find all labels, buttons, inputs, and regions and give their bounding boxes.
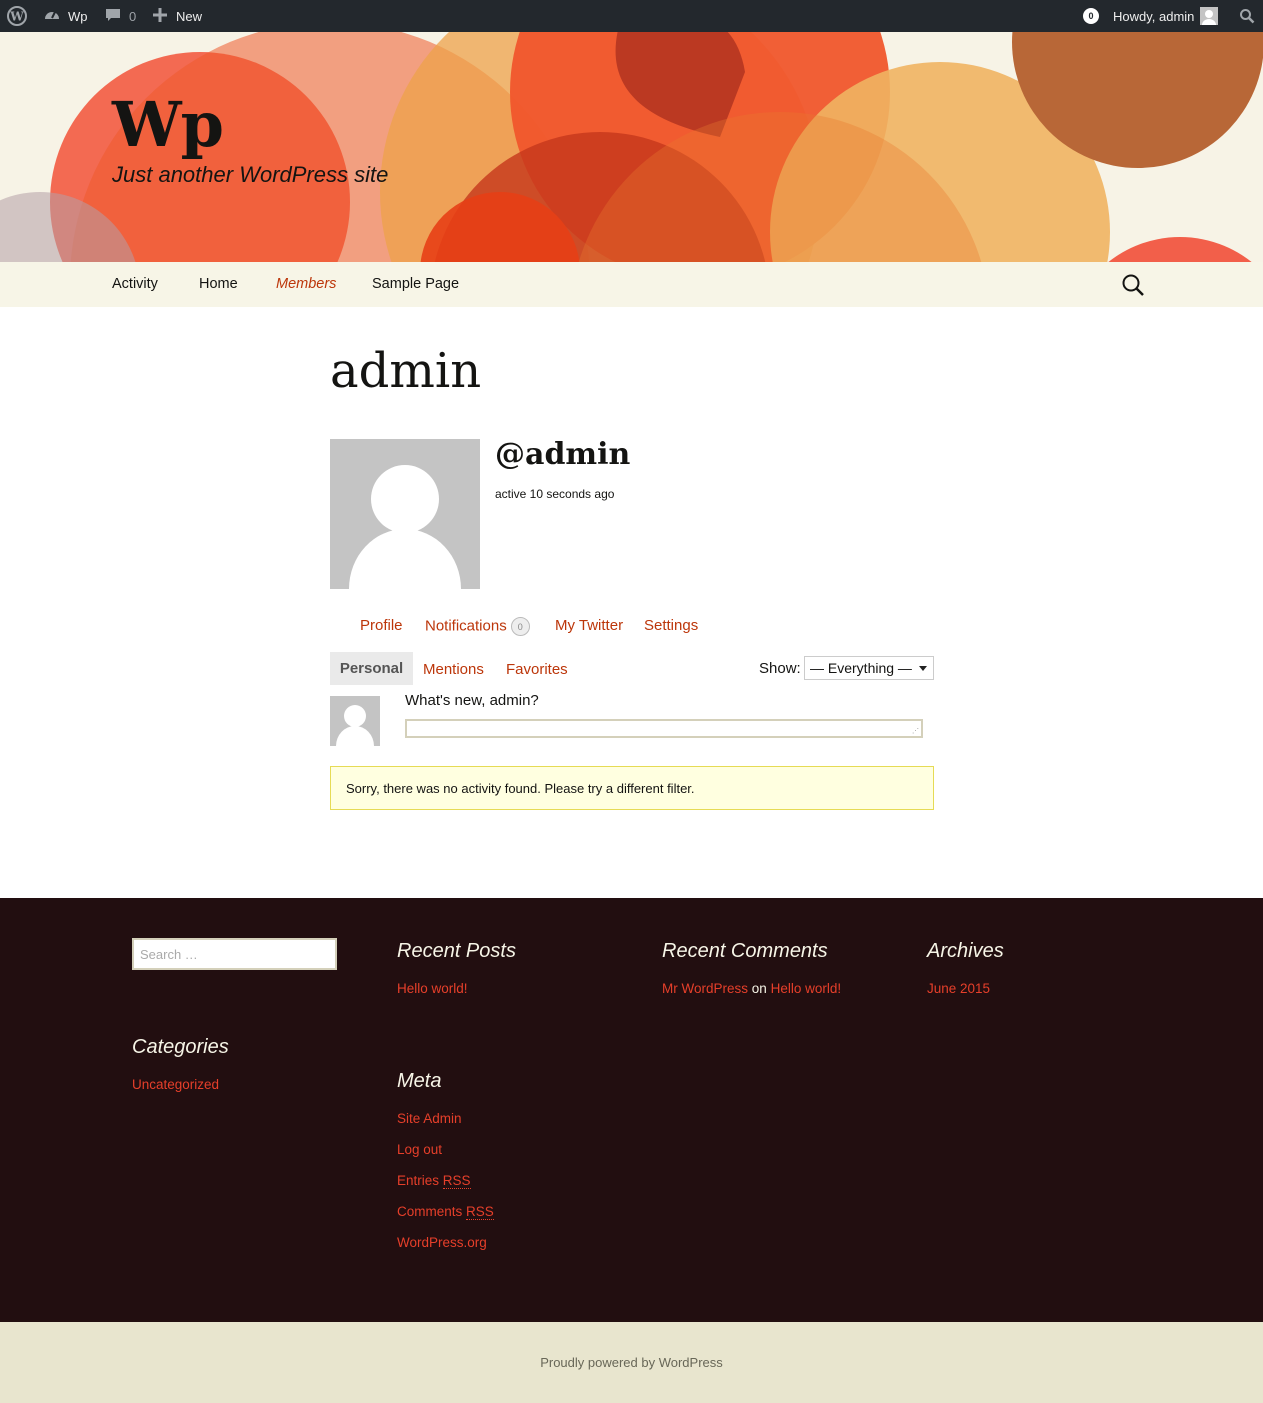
admin-bar-comments-count: 0: [129, 8, 137, 24]
widget-title-recent-posts: Recent Posts: [397, 940, 516, 962]
admin-bar-site-name: Wp: [68, 8, 88, 24]
widget-title-meta: Meta: [397, 1070, 442, 1092]
comments-label: Comments: [397, 1204, 463, 1219]
user-mention-name: @admin: [495, 437, 631, 472]
entries-label: Entries: [397, 1173, 440, 1188]
recent-comment: Mr WordPress on Hello world!: [662, 981, 841, 996]
search-icon[interactable]: [1121, 273, 1145, 297]
footer-search-input[interactable]: Search …: [132, 938, 337, 970]
tab-notifications-label: Notifications: [425, 617, 507, 635]
rss-abbr: RSS: [442, 1173, 471, 1189]
footer-search-placeholder: Search …: [140, 946, 198, 962]
notifications-count-badge: 0: [510, 617, 530, 636]
admin-bar-notifications[interactable]: 0: [1083, 0, 1099, 32]
meta-site-admin-link[interactable]: Site Admin: [397, 1111, 462, 1126]
powered-by-link[interactable]: Proudly powered by WordPress: [0, 1355, 1263, 1370]
avatar[interactable]: [330, 439, 480, 589]
meta-log-out-link[interactable]: Log out: [397, 1142, 442, 1157]
rss-abbr: RSS: [466, 1204, 494, 1220]
category-link[interactable]: Uncategorized: [132, 1077, 219, 1092]
activity-filter-label: Show:: [759, 660, 801, 677]
main-navigation: Activity Home Members Sample Page: [0, 262, 1263, 307]
avatar[interactable]: [330, 696, 380, 746]
chevron-down-icon: [919, 666, 927, 671]
nav-item-sample-page[interactable]: Sample Page: [372, 276, 459, 292]
default-avatar-icon: [330, 439, 480, 589]
admin-bar-comments[interactable]: 0: [105, 0, 136, 32]
widget-title-categories: Categories: [132, 1036, 229, 1058]
widget-title-archives: Archives: [927, 940, 1004, 962]
notifications-count-badge: 0: [1083, 8, 1099, 24]
site-tagline: Just another WordPress site: [112, 162, 389, 187]
nav-item-home[interactable]: Home: [199, 276, 238, 292]
admin-bar-site-link[interactable]: Wp: [43, 0, 88, 32]
default-avatar-icon: [330, 696, 380, 746]
site-footer: Search … Recent Posts Hello world! Recen…: [0, 898, 1263, 1322]
comment-post-link[interactable]: Hello world!: [771, 981, 842, 996]
comment-icon: [105, 7, 121, 26]
tab-my-twitter[interactable]: My Twitter: [555, 617, 623, 634]
meta-wordpress-org-link[interactable]: WordPress.org: [397, 1235, 487, 1250]
resize-grip-icon[interactable]: ⋰: [912, 728, 919, 735]
nav-item-members[interactable]: Members: [276, 276, 336, 292]
widget-title-recent-comments: Recent Comments: [662, 940, 828, 962]
search-icon[interactable]: [1239, 0, 1255, 32]
dashboard-icon: [43, 6, 61, 27]
last-active: active 10 seconds ago: [495, 487, 615, 501]
whats-new-textarea[interactable]: ⋰: [405, 719, 923, 738]
recent-post-link[interactable]: Hello world!: [397, 981, 468, 996]
comment-on-text: on: [751, 981, 767, 996]
no-activity-notice: Sorry, there was no activity found. Plea…: [330, 766, 934, 810]
page-title: admin: [330, 343, 482, 399]
admin-bar-new-label: New: [176, 8, 203, 24]
admin-bar-new[interactable]: New: [153, 0, 202, 32]
tab-profile[interactable]: Profile: [360, 617, 403, 634]
tab-settings[interactable]: Settings: [644, 617, 698, 634]
site-header: Wp Just another WordPress site: [0, 32, 1263, 262]
plus-icon: [153, 7, 167, 25]
archive-link[interactable]: June 2015: [927, 981, 990, 996]
wordpress-logo-icon[interactable]: W: [7, 0, 27, 32]
tab-notifications[interactable]: Notifications 0: [425, 617, 530, 636]
admin-bar-my-account[interactable]: Howdy, admin: [1113, 0, 1219, 32]
meta-comments-rss-link[interactable]: Comments RSS: [397, 1204, 494, 1220]
svg-text:W: W: [9, 10, 24, 24]
user-avatar-icon: [1200, 7, 1219, 25]
nav-item-activity[interactable]: Activity: [112, 276, 158, 292]
meta-entries-rss-link[interactable]: Entries RSS: [397, 1173, 471, 1189]
site-title[interactable]: Wp: [112, 88, 224, 161]
comment-author-link[interactable]: Mr WordPress: [662, 981, 748, 996]
site-info: Proudly powered by WordPress: [0, 1322, 1263, 1403]
subtab-mentions[interactable]: Mentions: [423, 661, 484, 678]
activity-filter-value: — Everything —: [810, 660, 912, 676]
subtab-personal[interactable]: Personal: [330, 652, 413, 685]
activity-filter-select[interactable]: — Everything —: [804, 656, 934, 680]
subtab-favorites[interactable]: Favorites: [506, 661, 568, 678]
howdy-text: Howdy, admin: [1113, 8, 1195, 24]
admin-bar: W Wp 0 New 0 Howdy, admin: [0, 0, 1263, 32]
whats-new-label: What's new, admin?: [405, 692, 539, 709]
